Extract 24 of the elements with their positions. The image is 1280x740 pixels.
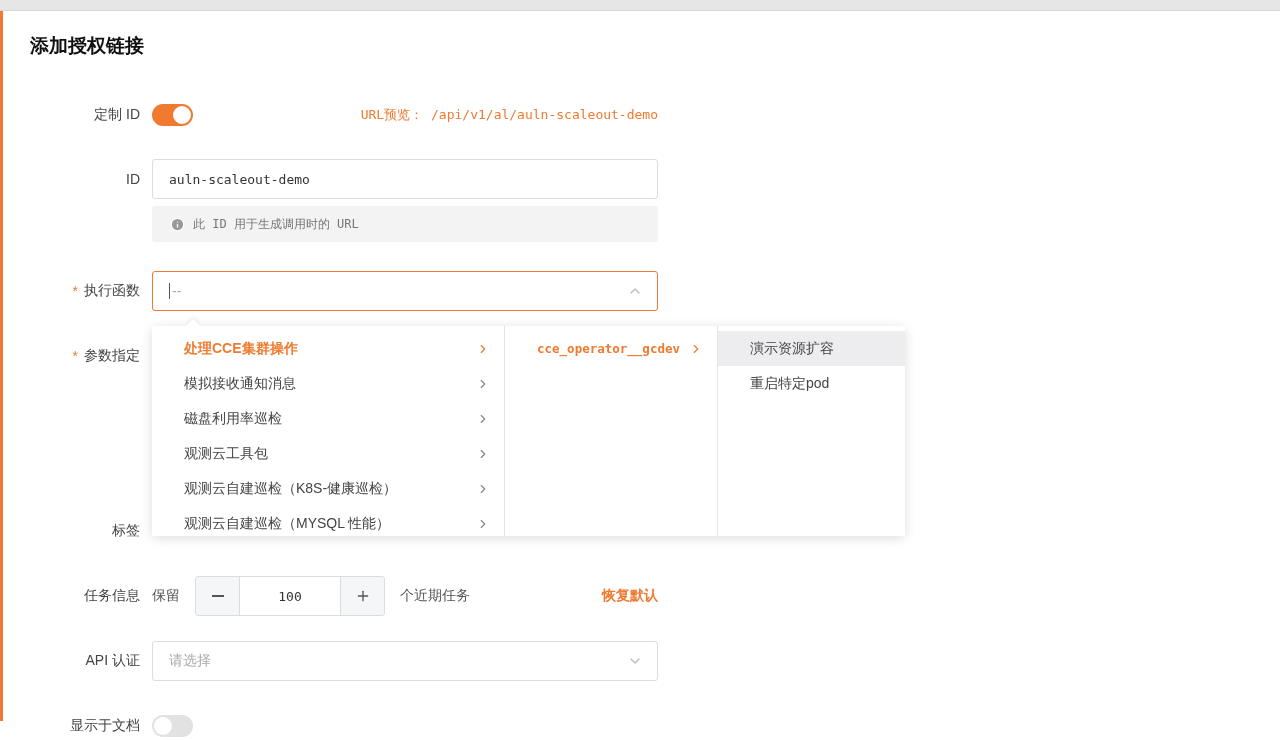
minus-icon bbox=[211, 595, 224, 597]
field-label: 执行函数 bbox=[84, 282, 140, 300]
suffix-text: 个近期任务 bbox=[400, 587, 470, 605]
menu-item[interactable]: 演示资源扩容 bbox=[718, 331, 905, 366]
prefix-text: 保留 bbox=[152, 587, 180, 605]
hint-text: 此 ID 用于生成调用时的 URL bbox=[193, 215, 359, 233]
field-label: 参数指定 bbox=[84, 347, 140, 365]
url-preview: URL预览： /api/v1/al/auln-scaleout-demo bbox=[360, 106, 658, 124]
field-label: 显示于文档 bbox=[70, 717, 140, 735]
page-title: 添加授权链接 bbox=[30, 34, 144, 58]
plus-button[interactable] bbox=[341, 577, 384, 615]
field-label: ID bbox=[126, 171, 140, 187]
required-mark: * bbox=[72, 283, 78, 299]
field-label: 定制 ID bbox=[94, 106, 140, 124]
id-input[interactable]: auln-scaleout-demo bbox=[152, 159, 658, 199]
field-label: 任务信息 bbox=[84, 587, 140, 605]
toggle-switch[interactable] bbox=[152, 715, 193, 737]
info-icon bbox=[170, 216, 185, 232]
field-label: API 认证 bbox=[85, 652, 140, 670]
number-stepper[interactable]: 100 bbox=[195, 576, 385, 616]
stepper-value: 100 bbox=[278, 588, 302, 604]
required-mark: * bbox=[72, 348, 78, 364]
toggle-switch[interactable] bbox=[152, 104, 193, 126]
field-label: 标签 bbox=[112, 522, 140, 540]
